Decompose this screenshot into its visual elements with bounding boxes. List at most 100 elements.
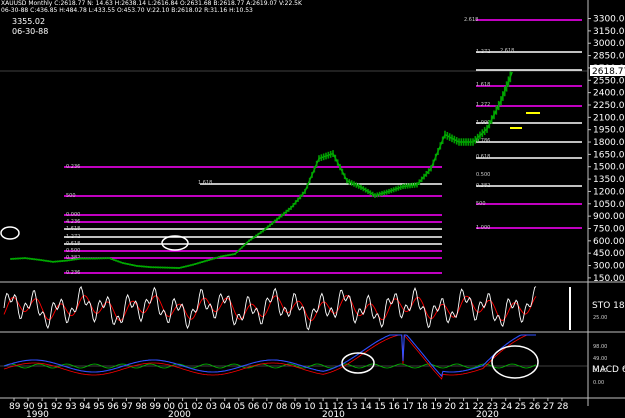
fib-level-label: 0.382: [476, 183, 490, 189]
price-candle: [318, 155, 320, 162]
price-candle: [166, 266, 169, 269]
macd-level-label: 49.00: [593, 356, 607, 362]
price-candle: [451, 134, 453, 143]
price-candle: [243, 244, 246, 247]
price-candle: [28, 257, 31, 260]
price-candle: [147, 265, 150, 268]
price-candle: [59, 260, 61, 263]
year-tick-label: 14: [360, 402, 372, 412]
fib-level-label: 1.272: [476, 49, 490, 55]
price-candle: [257, 232, 260, 236]
price-candle: [406, 183, 409, 189]
price-candle: [52, 260, 54, 263]
price-candle: [476, 133, 479, 142]
price-candle: [472, 138, 474, 146]
fib-level-label: 1.000: [476, 225, 490, 231]
price-candle: [45, 259, 47, 262]
price-candle: [168, 266, 171, 269]
fib-level-label: 0.236: [66, 270, 80, 276]
price-candle: [383, 190, 386, 196]
fib-level-label: 0.500: [66, 248, 80, 254]
annotation-circle: [0, 226, 20, 240]
price-candle: [164, 266, 166, 269]
price-candle: [269, 223, 271, 227]
price-candle: [371, 191, 374, 197]
chart-canvas[interactable]: 3300.003150.003000.002850.002700.002550.…: [0, 0, 625, 418]
price-candle: [418, 179, 421, 185]
price-candle: [87, 257, 89, 260]
price-candle: [353, 181, 355, 187]
year-tick-label: 27: [543, 402, 554, 412]
price-candle: [507, 76, 510, 87]
price-candle: [33, 258, 36, 261]
price-candle: [122, 262, 124, 265]
price-candle: [213, 257, 215, 260]
fib-level-label: 500: [476, 201, 486, 207]
price-candle: [339, 164, 341, 171]
price-candle: [84, 257, 87, 260]
price-candle: [388, 188, 390, 194]
fib-level-label: 0.618: [66, 241, 80, 247]
price-candle: [61, 260, 64, 263]
fib-level-label: 0.500: [476, 172, 490, 178]
price-tick-label: 3150.00: [593, 27, 625, 37]
decade-label: 2000: [168, 410, 191, 418]
stochastic-line: [3, 285, 537, 331]
fib-level-label: 1.272: [66, 234, 80, 240]
price-candle: [509, 71, 512, 83]
price-candle: [80, 257, 82, 260]
price-candle: [171, 266, 173, 269]
decade-label: 2010: [322, 410, 345, 418]
price-candle: [77, 257, 80, 260]
price-candle: [413, 182, 416, 188]
price-candle: [381, 191, 383, 196]
price-candle: [199, 261, 201, 264]
year-tick-label: 97: [121, 402, 132, 412]
price-candle: [150, 266, 152, 269]
year-tick-label: 06: [248, 402, 260, 412]
price-tick-label: 3300.00: [593, 15, 625, 25]
price-candle: [108, 257, 110, 260]
price-candle: [374, 193, 376, 198]
price-candle: [385, 189, 388, 195]
price-candle: [138, 265, 141, 268]
price-candle: [325, 152, 327, 160]
macd-level-label: 0.00: [593, 380, 604, 386]
price-candle: [430, 165, 432, 172]
price-candle: [495, 105, 498, 115]
price-candle: [231, 253, 234, 256]
price-candle: [439, 142, 442, 150]
price-candle: [266, 225, 269, 229]
price-candle: [343, 173, 346, 180]
price-candle: [10, 257, 12, 260]
price-candle: [234, 253, 236, 256]
price-candle: [327, 151, 330, 159]
price-tick-label: 2850.00: [593, 52, 625, 62]
price-candle: [490, 115, 493, 124]
price-candle: [397, 185, 400, 191]
macd-level-label: 98.00: [593, 344, 607, 350]
price-tick-label: 1950.00: [593, 126, 625, 136]
year-tick-label: 19: [431, 402, 443, 412]
fib-level-label: 0.000: [66, 212, 80, 218]
stochastic-level-label: 25.00: [593, 315, 607, 321]
price-candle: [112, 258, 115, 261]
price-candle: [180, 266, 183, 269]
year-tick-label: 25: [515, 402, 526, 412]
price-candle: [105, 257, 108, 260]
annotation-circle: [341, 352, 375, 374]
price-candle: [462, 138, 465, 146]
price-candle: [227, 254, 229, 257]
price-candle: [40, 259, 43, 262]
fib-level-label: 0.236: [66, 164, 80, 170]
price-candle: [376, 192, 379, 198]
price-candle: [455, 137, 458, 145]
price-tick-label: 750.00: [593, 224, 625, 234]
price-candle: [280, 213, 283, 218]
price-candle: [334, 154, 337, 162]
year-tick-label: 92: [51, 402, 62, 412]
price-candle: [194, 263, 197, 266]
price-candle: [278, 215, 281, 220]
price-candle: [474, 136, 477, 144]
price-candle: [152, 266, 155, 269]
